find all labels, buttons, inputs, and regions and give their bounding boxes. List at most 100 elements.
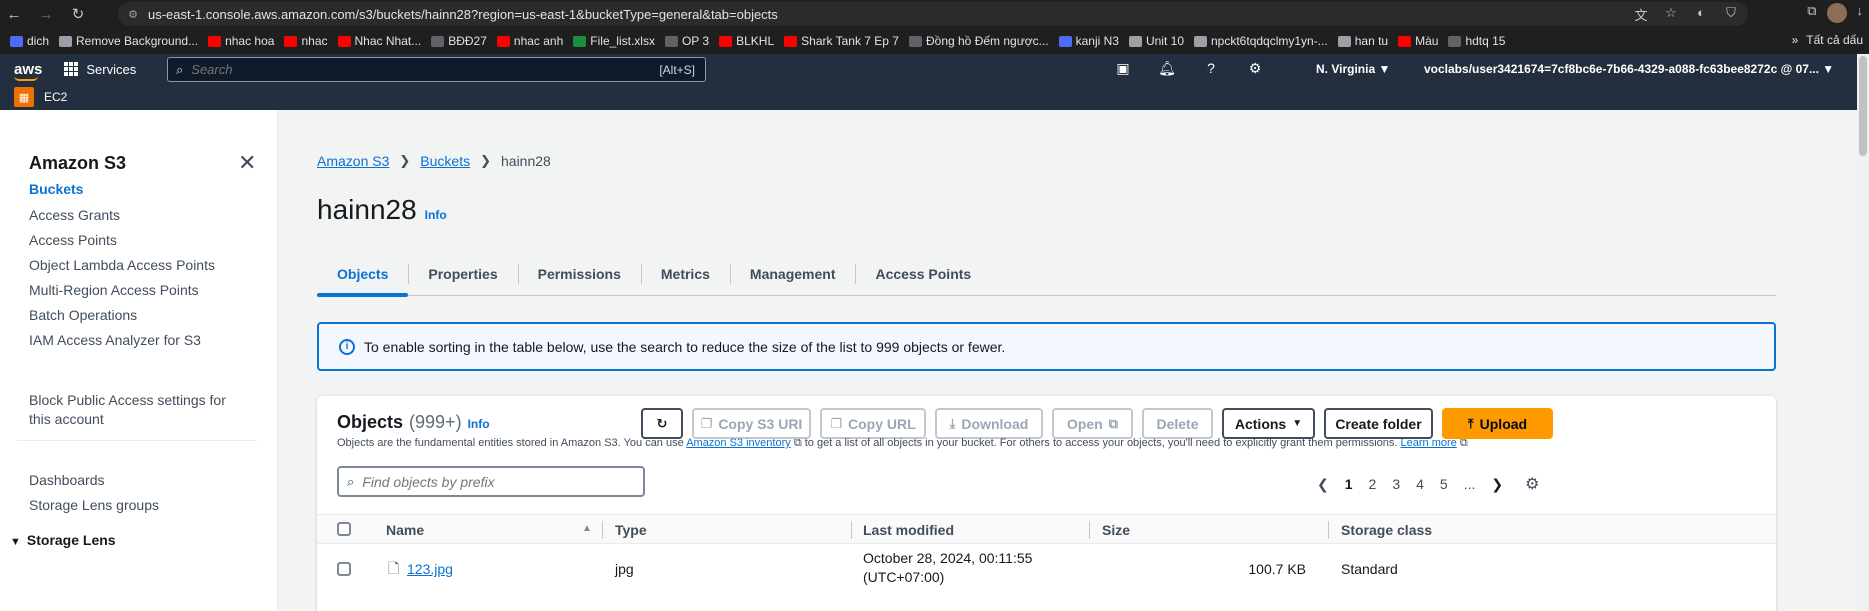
prefix-filter-input[interactable] bbox=[362, 473, 623, 490]
select-all-checkbox[interactable] bbox=[337, 522, 351, 536]
storage-lens-section[interactable]: ▼ Storage Lens bbox=[10, 532, 116, 548]
bookmark-item[interactable]: Remove Background... bbox=[59, 34, 198, 48]
bookmark-item[interactable]: Đồng hồ Đếm ngược... bbox=[908, 34, 1049, 48]
sidebar-item-multi-region[interactable]: Multi-Region Access Points bbox=[29, 282, 199, 298]
page-1[interactable]: 1 bbox=[1345, 476, 1353, 492]
bookmark-item[interactable]: kanji N3 bbox=[1058, 34, 1119, 48]
sidebar-item-iam-access-analyzer[interactable]: IAM Access Analyzer for S3 bbox=[29, 332, 201, 348]
sidebar-item-buckets[interactable]: Buckets bbox=[29, 181, 83, 197]
page-2[interactable]: 2 bbox=[1369, 476, 1377, 492]
sidebar-item-batch-operations[interactable]: Batch Operations bbox=[29, 307, 137, 323]
bookmark-item[interactable]: BLKHL bbox=[719, 34, 774, 48]
site-info-icon[interactable]: ⚙ bbox=[126, 7, 140, 21]
bookmark-item[interactable]: BĐĐ27 bbox=[431, 34, 487, 48]
extensions-icon[interactable]: ⧉ bbox=[1807, 3, 1816, 23]
help-icon[interactable]: ? bbox=[1202, 60, 1220, 77]
forward-icon[interactable]: → bbox=[35, 3, 57, 25]
sidebar-item-block-public-access-line2[interactable]: this account bbox=[29, 411, 104, 427]
scrollbar-thumb[interactable] bbox=[1859, 56, 1867, 156]
bookmark-item[interactable]: han tu bbox=[1337, 34, 1388, 48]
translate-icon[interactable]: 文 bbox=[1632, 5, 1650, 24]
column-divider[interactable] bbox=[1328, 521, 1329, 539]
column-last-modified[interactable]: Last modified bbox=[863, 522, 954, 538]
settings-gear-icon[interactable]: ⚙ bbox=[1246, 60, 1264, 77]
tab-metrics[interactable]: Metrics bbox=[640, 252, 730, 295]
copy-url-button[interactable]: ❐ Copy URL bbox=[820, 408, 926, 439]
download-button[interactable]: ⤓ Download bbox=[935, 408, 1043, 439]
ec2-favorite-link[interactable]: EC2 bbox=[44, 90, 67, 104]
reload-icon[interactable]: ↻ bbox=[67, 3, 89, 25]
learn-more-link[interactable]: Learn more bbox=[1401, 437, 1457, 449]
bookmark-item[interactable]: nhac hoa bbox=[208, 34, 274, 48]
copy-s3-uri-button[interactable]: ❐ Copy S3 URI bbox=[692, 408, 811, 439]
column-divider[interactable] bbox=[851, 521, 852, 539]
column-divider[interactable] bbox=[602, 521, 603, 539]
delete-button[interactable]: Delete bbox=[1142, 408, 1213, 439]
bookmark-item[interactable]: Nhac Nhat... bbox=[337, 34, 421, 48]
bookmark-item[interactable]: nhac anh bbox=[496, 34, 563, 48]
tab-access-points[interactable]: Access Points bbox=[855, 252, 991, 295]
refresh-button[interactable]: ↻ bbox=[641, 408, 683, 439]
tab-properties[interactable]: Properties bbox=[408, 252, 517, 295]
column-divider[interactable] bbox=[1089, 521, 1090, 539]
bookmark-item[interactable]: nhac bbox=[284, 34, 328, 48]
breadcrumb-buckets[interactable]: Buckets bbox=[420, 153, 470, 169]
open-button[interactable]: Open ⧉ bbox=[1052, 408, 1133, 439]
bookmark-item[interactable]: File_list.xlsx bbox=[573, 34, 655, 48]
shield-extension-icon[interactable]: ⛉ bbox=[1722, 5, 1740, 24]
objects-info-link[interactable]: Info bbox=[468, 417, 490, 431]
prev-page-icon[interactable]: ❮ bbox=[1317, 476, 1329, 493]
actions-dropdown[interactable]: Actions ▼ bbox=[1222, 408, 1315, 439]
tab-permissions[interactable]: Permissions bbox=[517, 252, 641, 295]
create-folder-button[interactable]: Create folder bbox=[1324, 408, 1433, 439]
tab-objects[interactable]: Objects bbox=[317, 252, 409, 297]
sidebar-item-access-points[interactable]: Access Points bbox=[29, 232, 117, 248]
back-icon[interactable]: ← bbox=[3, 3, 25, 25]
bookmark-item[interactable]: dich bbox=[10, 34, 49, 48]
dark-mode-icon[interactable]: ◐ bbox=[1692, 5, 1710, 24]
region-selector[interactable]: N. Virginia ▼ bbox=[1316, 62, 1390, 76]
sidebar-item-object-lambda[interactable]: Object Lambda Access Points bbox=[29, 257, 215, 273]
services-menu[interactable]: Services bbox=[64, 62, 136, 77]
aws-search-input[interactable] bbox=[191, 62, 612, 77]
account-menu[interactable]: voclabs/user3421674=7cf8bc6e-7b66-4329-a… bbox=[1424, 62, 1834, 76]
profile-avatar[interactable] bbox=[1826, 3, 1847, 23]
breadcrumb-amazon-s3[interactable]: Amazon S3 bbox=[317, 153, 389, 169]
object-name-link[interactable]: 123.jpg bbox=[407, 561, 453, 577]
cloudshell-icon[interactable]: ▣ bbox=[1114, 60, 1132, 77]
sidebar-item-dashboards[interactable]: Dashboards bbox=[29, 472, 105, 488]
bookmark-item[interactable]: Màu bbox=[1398, 34, 1438, 48]
aws-logo[interactable]: aws bbox=[14, 61, 42, 81]
close-icon[interactable]: ✕ bbox=[238, 150, 256, 176]
column-name[interactable]: Name bbox=[386, 522, 424, 538]
inventory-link[interactable]: Amazon S3 inventory bbox=[686, 437, 791, 449]
info-link[interactable]: Info bbox=[425, 208, 447, 222]
tab-management[interactable]: Management bbox=[729, 252, 856, 295]
column-type[interactable]: Type bbox=[615, 522, 647, 538]
downloads-icon[interactable]: ↓ bbox=[1857, 3, 1864, 23]
bookmarks-overflow[interactable]: » Tất cả dấu bbox=[1792, 33, 1863, 47]
bookmark-item[interactable]: Shark Tank 7 Ep 7 bbox=[784, 34, 899, 48]
ec2-icon[interactable]: ▦ bbox=[14, 87, 34, 107]
page-scrollbar[interactable] bbox=[1857, 54, 1869, 611]
sort-asc-icon[interactable]: ▲ bbox=[582, 523, 592, 534]
table-settings-gear-icon[interactable]: ⚙ bbox=[1525, 474, 1539, 494]
page-4[interactable]: 4 bbox=[1416, 476, 1424, 492]
all-bookmarks-folder[interactable]: Tất cả dấu bbox=[1806, 33, 1863, 47]
column-size[interactable]: Size bbox=[1102, 522, 1130, 538]
sidebar-item-access-grants[interactable]: Access Grants bbox=[29, 207, 120, 223]
row-checkbox[interactable] bbox=[337, 562, 351, 576]
bookmark-item[interactable]: Unit 10 bbox=[1128, 34, 1184, 48]
notifications-bell-icon[interactable]: 🔔︎ bbox=[1158, 60, 1176, 77]
page-5[interactable]: 5 bbox=[1440, 476, 1448, 492]
upload-button[interactable]: ⤒ Upload bbox=[1442, 408, 1553, 439]
bookmark-item[interactable]: npckt6tqdqclmy1yn-... bbox=[1194, 34, 1328, 48]
sidebar-item-storage-lens-groups[interactable]: Storage Lens groups bbox=[29, 497, 159, 513]
next-page-icon[interactable]: ❯ bbox=[1491, 476, 1503, 493]
page-3[interactable]: 3 bbox=[1392, 476, 1400, 492]
aws-search-box[interactable]: ⌕ [Alt+S] bbox=[167, 57, 706, 82]
bookmark-star-icon[interactable]: ☆ bbox=[1662, 5, 1680, 24]
bookmarks-overflow-icon[interactable]: » bbox=[1792, 33, 1799, 47]
column-storage-class[interactable]: Storage class bbox=[1341, 522, 1432, 538]
address-bar[interactable]: ⚙ us-east-1.console.aws.amazon.com/s3/bu… bbox=[118, 2, 1748, 26]
